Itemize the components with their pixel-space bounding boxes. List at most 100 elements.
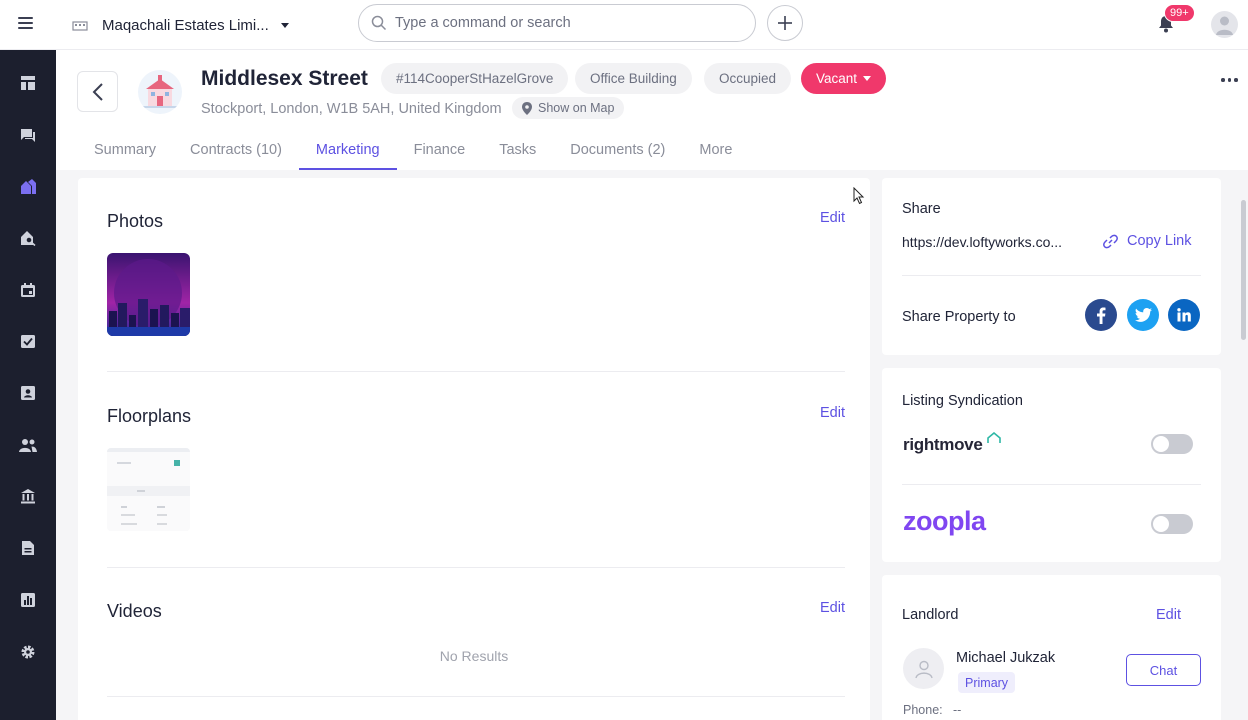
plus-icon [778, 16, 792, 30]
landlord-edit-link[interactable]: Edit [1156, 607, 1181, 623]
listing-syndication-card: Listing Syndication rightmove zoopla [882, 368, 1221, 562]
sidebar-item-contacts[interactable] [0, 373, 56, 413]
dashboard-icon [21, 76, 35, 90]
status-label: Vacant [816, 71, 858, 86]
floorplan-thumbnail[interactable] [107, 448, 190, 531]
primary-badge: Primary [958, 672, 1016, 693]
property-title: Middlesex Street [201, 67, 368, 90]
sidebar-item-property-search[interactable] [0, 218, 56, 258]
photos-title: Photos [107, 211, 164, 231]
property-reference-chip: #114CooperStHazelGrove [381, 63, 569, 94]
show-on-map-button[interactable]: Show on Map [512, 97, 625, 119]
floorplans-edit-link[interactable]: Edit [820, 405, 845, 421]
left-sidebar [0, 50, 56, 720]
company-name: Maqachali Estates Limi... [102, 16, 269, 34]
videos-title: Videos [107, 601, 162, 621]
settings-icon [21, 645, 35, 659]
chevron-down-icon [863, 76, 872, 81]
property-photo[interactable] [107, 253, 190, 336]
chevron-down-icon [280, 22, 289, 28]
phone-value: -- [953, 703, 962, 717]
landlord-name: Michael Jukzak [956, 650, 1056, 666]
people-icon [19, 439, 37, 452]
page-scrollbar[interactable] [1241, 200, 1246, 340]
show-on-map-label: Show on Map [538, 101, 615, 115]
sidebar-item-reports[interactable] [0, 580, 56, 620]
rightmove-house-icon [987, 431, 1001, 443]
reports-icon [21, 593, 35, 607]
section-divider [107, 567, 845, 568]
sidebar-item-people[interactable] [0, 425, 56, 465]
listing-syndication-title: Listing Syndication [902, 393, 1023, 409]
property-tabs: Summary Contracts (10) Marketing Finance… [77, 130, 749, 170]
tab-summary[interactable]: Summary [77, 130, 173, 170]
zoopla-toggle[interactable] [1151, 514, 1193, 534]
property-type-chip: Office Building [575, 63, 692, 94]
copy-link-button[interactable]: Copy Link [1103, 233, 1191, 249]
twitter-share-button[interactable] [1127, 299, 1159, 331]
building-icon [142, 75, 178, 108]
search-icon [371, 15, 387, 31]
syndication-divider [902, 484, 1201, 485]
tab-marketing[interactable]: Marketing [298, 130, 397, 170]
more-options-icon[interactable] [1221, 75, 1241, 85]
chevron-left-icon [92, 82, 103, 101]
link-icon [1103, 234, 1118, 248]
sidebar-item-messages[interactable] [0, 115, 56, 155]
hamburger-menu-icon[interactable] [14, 14, 36, 36]
sidebar-item-banking[interactable] [0, 476, 56, 516]
tab-tasks[interactable]: Tasks [482, 130, 553, 170]
tab-finance[interactable]: Finance [397, 130, 483, 170]
photos-edit-link[interactable]: Edit [820, 210, 845, 226]
user-icon [914, 660, 933, 678]
calendar-icon [21, 283, 35, 297]
marketing-card: Photos Edit Floorplans Edit Videos Edit … [78, 178, 870, 720]
sidebar-item-settings[interactable] [0, 632, 56, 672]
chat-button[interactable]: Chat [1126, 654, 1201, 686]
facebook-share-button[interactable] [1085, 299, 1117, 331]
occupancy-chip: Occupied [704, 63, 792, 94]
user-icon [1216, 16, 1233, 35]
city-night-image [107, 253, 190, 336]
landlord-avatar [903, 648, 944, 689]
landlord-title: Landlord [902, 607, 959, 623]
sidebar-item-documents[interactable] [0, 528, 56, 568]
linkedin-icon [1177, 308, 1191, 322]
floorplan-image [107, 448, 190, 531]
sidebar-item-properties[interactable] [0, 166, 56, 206]
search-input[interactable] [395, 15, 715, 31]
sidebar-item-calendar[interactable] [0, 270, 56, 310]
status-dropdown[interactable]: Vacant [801, 63, 887, 94]
top-bar: Maqachali Estates Limi... 99+ [0, 0, 1248, 50]
share-url: https://dev.loftyworks.co... [902, 234, 1063, 250]
tab-contracts[interactable]: Contracts (10) [173, 130, 299, 170]
sidebar-item-tasks[interactable] [0, 321, 56, 361]
share-divider [902, 275, 1201, 276]
videos-edit-link[interactable]: Edit [820, 600, 845, 616]
map-pin-icon [522, 101, 532, 115]
tab-more[interactable]: More [682, 130, 749, 170]
landlord-card: Landlord Edit Michael Jukzak Primary Cha… [882, 575, 1221, 720]
bank-icon [21, 489, 35, 504]
user-avatar[interactable] [1211, 11, 1238, 38]
contacts-icon [21, 386, 35, 400]
company-logo-icon [72, 21, 88, 31]
sidebar-item-dashboard[interactable] [0, 63, 56, 103]
tab-documents[interactable]: Documents (2) [553, 130, 682, 170]
tasks-icon [21, 335, 35, 348]
linkedin-share-button[interactable] [1168, 299, 1200, 331]
share-property-label: Share Property to [902, 309, 1016, 325]
add-button[interactable] [767, 5, 803, 41]
property-address: Stockport, London, W1B 5AH, United Kingd… [201, 101, 502, 117]
phone-label: Phone: [903, 703, 943, 717]
copy-link-label: Copy Link [1127, 233, 1192, 249]
company-switcher[interactable]: Maqachali Estates Limi... [72, 13, 289, 37]
notification-badge: 99+ [1164, 4, 1195, 22]
section-divider [107, 696, 845, 697]
share-title: Share [902, 201, 941, 217]
facebook-icon [1097, 307, 1106, 324]
command-search[interactable] [358, 4, 756, 42]
chat-icon [21, 129, 35, 142]
rightmove-toggle[interactable] [1151, 434, 1193, 454]
back-button[interactable] [77, 71, 118, 112]
